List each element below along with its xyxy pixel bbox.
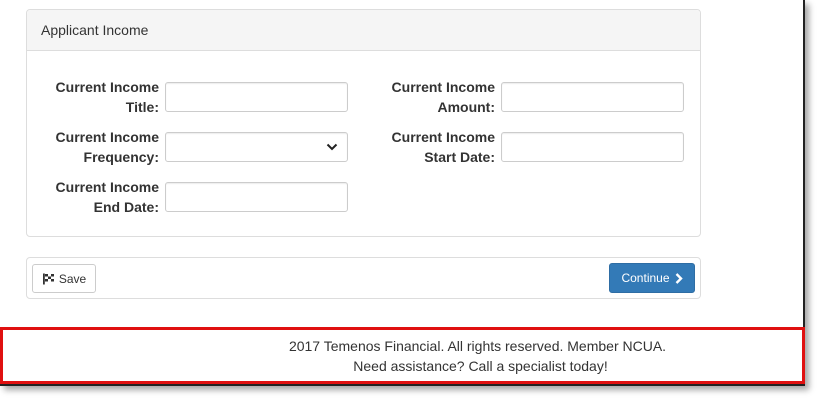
save-button[interactable]: Save bbox=[32, 264, 96, 293]
label-line: Title: bbox=[125, 99, 159, 115]
footer-assistance: Need assistance? Call a specialist today… bbox=[353, 358, 608, 374]
continue-button-label: Continue bbox=[621, 271, 670, 285]
label-line: Current Income bbox=[391, 129, 495, 145]
label-line: Current Income bbox=[55, 79, 159, 95]
label-line: Current Income bbox=[55, 179, 159, 195]
applicant-income-panel: Applicant Income Current Income Title: C… bbox=[26, 9, 701, 237]
panel-title: Applicant Income bbox=[27, 10, 700, 51]
chevron-right-icon bbox=[675, 272, 683, 284]
current-income-end-date-input[interactable] bbox=[165, 182, 348, 212]
footer-copyright: 2017 Temenos Financial. All rights reser… bbox=[288, 338, 667, 354]
save-button-label: Save bbox=[58, 271, 87, 286]
current-income-start-date-input[interactable] bbox=[501, 132, 684, 162]
current-income-title-label: Current Income Title: bbox=[39, 77, 159, 117]
current-income-amount-input[interactable] bbox=[501, 82, 684, 112]
label-line: Frequency: bbox=[83, 149, 159, 165]
current-income-frequency-select[interactable] bbox=[165, 132, 348, 162]
current-income-start-date-label: Current Income Start Date: bbox=[375, 127, 495, 167]
label-line: End Date: bbox=[93, 199, 159, 215]
footer: 2017 Temenos Financial. All rights reser… bbox=[0, 327, 805, 384]
chevron-down-icon bbox=[326, 143, 338, 151]
action-bar: Save Continue bbox=[26, 257, 701, 299]
label-line: Start Date: bbox=[424, 149, 495, 165]
current-income-end-date-label: Current Income End Date: bbox=[39, 177, 159, 217]
current-income-amount-label: Current Income Amount: bbox=[375, 77, 495, 117]
continue-button[interactable]: Continue bbox=[609, 263, 695, 293]
label-line: Current Income bbox=[391, 79, 495, 95]
current-income-frequency-label: Current Income Frequency: bbox=[39, 127, 159, 167]
label-line: Current Income bbox=[55, 129, 159, 145]
save-flag-icon bbox=[42, 273, 54, 284]
label-line: Amount: bbox=[437, 99, 495, 115]
current-income-title-input[interactable] bbox=[165, 82, 348, 112]
